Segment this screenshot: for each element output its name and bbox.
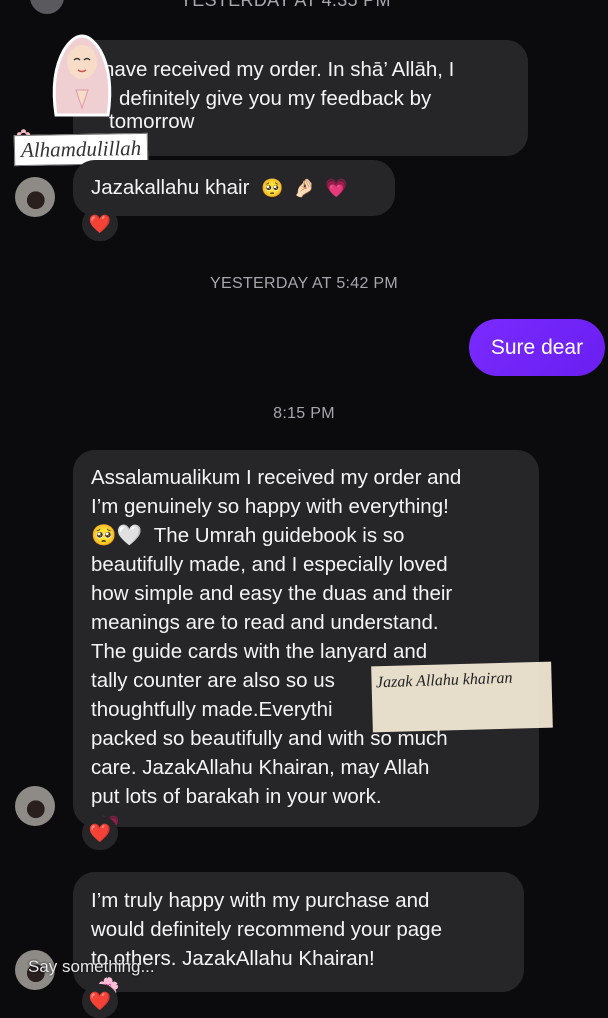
growing-heart-emoji: 💗 xyxy=(97,811,539,840)
timestamp-divider: YESTERDAY AT 5:42 PM xyxy=(210,275,398,292)
timestamp-top: YESTERDAY AT 4:35 PM xyxy=(180,0,391,10)
message-text: Jazakallahu khair xyxy=(91,176,250,199)
emoji-pair: 🥺🤍 xyxy=(91,524,143,547)
message-line: I’m truly happy with my purchase and xyxy=(91,889,430,912)
message-line: Assalamualikum I received my order and xyxy=(91,466,462,489)
say-something-input[interactable]: Say something... xyxy=(28,957,155,977)
heart-reaction-icon[interactable]: ❤️ xyxy=(82,816,118,850)
message-bubble-2[interactable]: Jazakallahu khair 🥺 🤌🏻 💗 xyxy=(73,160,395,216)
message-line: have received my order. In shā’ Allāh, I xyxy=(103,58,455,81)
message-line: beautifully made, and I especially loved xyxy=(91,553,448,576)
pinched-fingers-emoji: 🤌🏻 xyxy=(293,178,316,199)
hijab-girl-sticker xyxy=(52,34,112,117)
sender-avatar[interactable] xyxy=(15,177,55,217)
message-bubble-long[interactable]: Assalamualikum I received my order and I… xyxy=(73,450,539,835)
message-line: 🥺🤍 The Umrah guidebook is so xyxy=(91,524,405,547)
sender-avatar[interactable] xyxy=(15,786,55,826)
pleading-face-emoji: 🥺 xyxy=(261,178,284,199)
message-line: The guide cards with the lanyard and xyxy=(91,640,428,663)
heart-reaction-icon[interactable]: ❤️ xyxy=(82,207,118,241)
message-line: how simple and easy the duas and their xyxy=(91,582,453,605)
message-line: I’m genuinely so happy with everything! xyxy=(91,495,449,518)
message-line: care. JazakAllahu Khairan, may Allah xyxy=(91,756,430,779)
message-line: would definitely recommend your page xyxy=(91,918,442,941)
message-line: to others. JazakAllahu Khairan! 🌸 xyxy=(91,944,524,1002)
header-avatar[interactable] xyxy=(30,0,64,14)
timestamp-divider: 8:15 PM xyxy=(273,405,335,422)
sent-message-bubble[interactable]: Sure dear xyxy=(469,319,605,376)
chat-header: YESTERDAY AT 4:35 PM xyxy=(0,0,608,20)
cherry-blossom-emoji: 🌸 xyxy=(97,973,524,1002)
growing-heart-emoji: 💗 xyxy=(325,178,348,199)
heart-reaction-icon[interactable]: ❤️ xyxy=(82,984,118,1018)
message-line: meanings are to read and understand. xyxy=(91,611,439,634)
message-line: put lots of barakah in your work. 💗 xyxy=(91,782,539,840)
